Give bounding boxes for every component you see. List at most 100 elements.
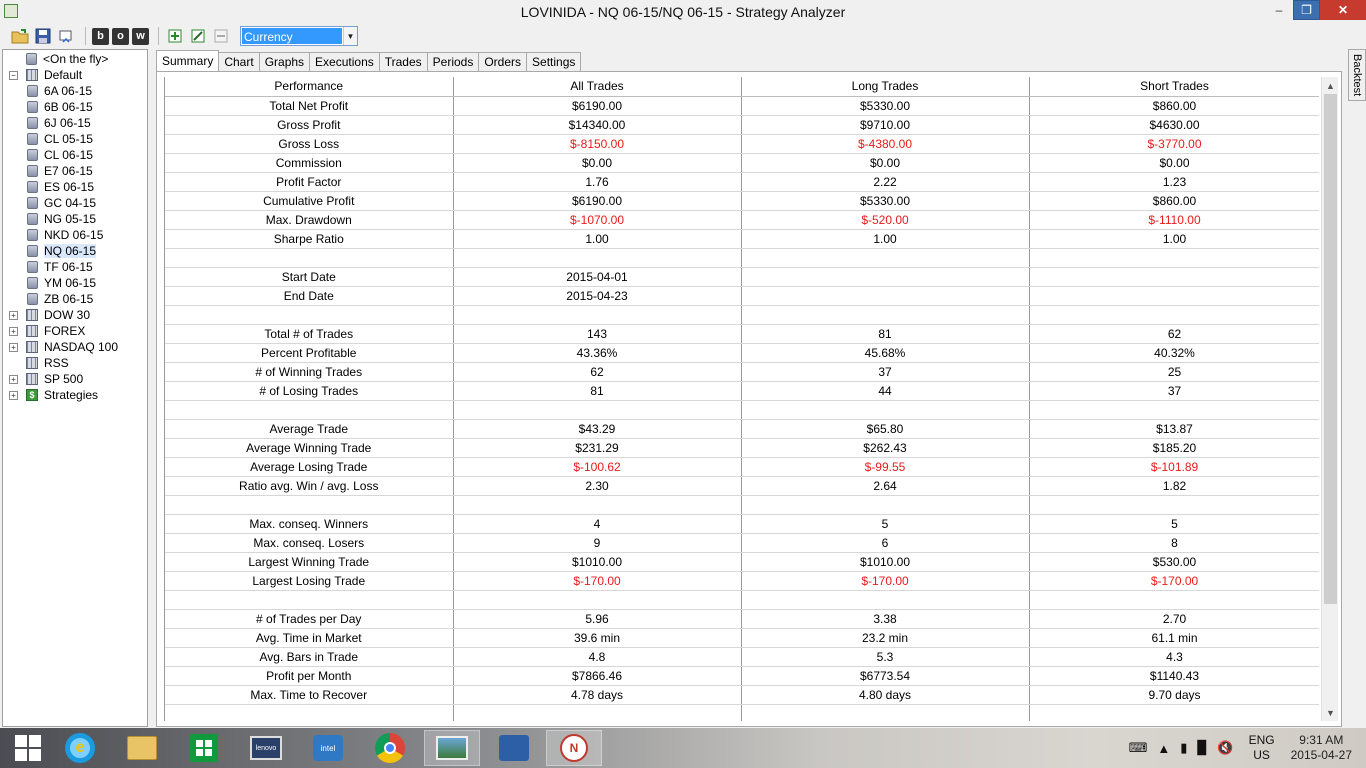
tab-settings[interactable]: Settings	[526, 52, 582, 71]
scroll-down-icon[interactable]: ▼	[1322, 704, 1339, 721]
taskbar-store[interactable]	[176, 730, 232, 766]
tree-item-6a-06-15[interactable]: 6A 06-15	[27, 83, 92, 99]
signal-icon[interactable]: ▉	[1197, 740, 1207, 756]
taskbar-photos[interactable]	[424, 730, 480, 766]
column-header-short-trades[interactable]: Short Trades	[1029, 77, 1319, 97]
empty-cell	[165, 400, 454, 420]
tree-item-label: TF 06-15	[44, 260, 93, 274]
column-header-performance[interactable]: Performance	[165, 77, 454, 97]
tree-item-nkd-06-15[interactable]: NKD 06-15	[27, 227, 103, 243]
remove-icon[interactable]	[211, 26, 231, 46]
input-language[interactable]: ENG US	[1249, 733, 1275, 763]
tree-item-es-06-15[interactable]: ES 06-15	[27, 179, 94, 195]
battery-icon[interactable]: ▮	[1180, 740, 1187, 756]
long-trades-cell: 3.38	[741, 609, 1030, 629]
table-row: Gross Profit $14340.00 $9710.00 $4630.00	[165, 115, 1319, 135]
taskbar-file-explorer[interactable]	[114, 730, 170, 766]
scroll-thumb[interactable]	[1324, 94, 1337, 604]
tree-item-dow-30[interactable]: + DOW 30	[9, 307, 90, 323]
taskbar-internet-explorer[interactable]: e	[52, 730, 108, 766]
w-button[interactable]: w	[132, 27, 149, 45]
metric-label: Avg. Bars in Trade	[165, 647, 454, 667]
add-icon[interactable]	[165, 26, 185, 46]
network-icon	[499, 735, 529, 761]
expand-icon[interactable]: +	[9, 390, 18, 400]
tree-item-cl-05-15[interactable]: CL 05-15	[27, 131, 93, 147]
display-unit-dropdown[interactable]: Currency ▼	[240, 26, 358, 46]
tree-item-on-the-fly[interactable]: <On the fly>	[9, 51, 108, 67]
vertical-scrollbar[interactable]: ▲ ▼	[1321, 77, 1338, 721]
tab-orders[interactable]: Orders	[478, 52, 528, 71]
chevron-down-icon[interactable]: ▼	[343, 27, 357, 45]
table-row: Average Trade $43.29 $65.80 $13.87	[165, 419, 1319, 439]
splitter[interactable]	[149, 49, 155, 727]
tree-item-6j-06-15[interactable]: 6J 06-15	[27, 115, 91, 131]
tab-trades[interactable]: Trades	[378, 52, 428, 71]
volume-muted-icon[interactable]: 🔇	[1217, 740, 1233, 756]
save-icon[interactable]	[33, 26, 53, 46]
expand-icon[interactable]: +	[9, 310, 18, 320]
b-button[interactable]: b	[92, 27, 109, 45]
metric-label: Average Winning Trade	[165, 438, 454, 458]
long-trades-cell: $0.00	[741, 153, 1030, 173]
long-trades-cell: 6	[741, 533, 1030, 553]
keyboard-icon[interactable]: ⌨	[1129, 740, 1148, 756]
metric-label: Profit Factor	[165, 172, 454, 192]
tab-graphs[interactable]: Graphs	[258, 52, 311, 71]
open-folder-icon[interactable]	[10, 26, 30, 46]
tab-summary[interactable]: Summary	[156, 50, 220, 71]
tree-item-sp-500[interactable]: + SP 500	[9, 371, 83, 387]
tree-item-label: NQ 06-15	[44, 244, 97, 258]
tree-item-zb-06-15[interactable]: ZB 06-15	[27, 291, 93, 307]
tree-item-label: ES 06-15	[44, 180, 95, 194]
tree-item-ym-06-15[interactable]: YM 06-15	[27, 275, 96, 291]
tree-item-strategies[interactable]: + $ Strategies	[9, 387, 98, 403]
all-trades-cell: 143	[453, 324, 742, 344]
all-trades-cell: $1010.00	[453, 552, 742, 572]
o-button[interactable]: o	[112, 27, 129, 45]
taskbar-ninjatrader[interactable]: N	[546, 730, 602, 766]
backtest-side-tab[interactable]: Backtest	[1348, 49, 1366, 101]
expand-icon[interactable]: +	[9, 374, 18, 384]
taskbar-network[interactable]	[486, 730, 542, 766]
maximize-button[interactable]: ❐	[1293, 0, 1320, 20]
tree-item-nasdaq-100[interactable]: + NASDAQ 100	[9, 339, 118, 355]
table-row: Cumulative Profit $6190.00 $5330.00 $860.00	[165, 191, 1319, 211]
clock[interactable]: 9:31 AM 2015-04-27	[1291, 733, 1352, 763]
minimize-button[interactable]: –	[1265, 0, 1293, 20]
expand-icon[interactable]: +	[9, 326, 18, 336]
tab-periods[interactable]: Periods	[426, 52, 480, 71]
close-button[interactable]: ✕	[1320, 0, 1366, 20]
display-unit-value[interactable]: Currency	[242, 28, 342, 44]
restore-icon[interactable]	[56, 26, 76, 46]
tree-item-ng-05-15[interactable]: NG 05-15	[27, 211, 96, 227]
tree-item-tf-06-15[interactable]: TF 06-15	[27, 259, 93, 275]
taskbar-chrome[interactable]	[362, 730, 418, 766]
tree-item-6b-06-15[interactable]: 6B 06-15	[27, 99, 93, 115]
show-hidden-icons-icon[interactable]: ▲	[1157, 741, 1170, 756]
start-button[interactable]	[0, 730, 56, 766]
table-row: Average Losing Trade $-100.62 $-99.55 $-101…	[165, 457, 1319, 477]
table-row: Max. Time to Recover 4.78 days 4.80 days 9.…	[165, 685, 1319, 705]
tree-item-gc-04-15[interactable]: GC 04-15	[27, 195, 96, 211]
tab-chart[interactable]: Chart	[218, 52, 260, 71]
taskbar-intel[interactable]: intel	[300, 730, 356, 766]
tree-item-e7-06-15[interactable]: E7 06-15	[27, 163, 93, 179]
tab-executions[interactable]: Executions	[309, 52, 380, 71]
taskbar-lenovo[interactable]: lenovo	[238, 730, 294, 766]
tree-item-forex[interactable]: + FOREX	[9, 323, 85, 339]
collapse-icon[interactable]: −	[9, 70, 18, 80]
column-header-all-trades[interactable]: All Trades	[453, 77, 742, 97]
tree-item-rss[interactable]: RSS	[9, 355, 69, 371]
system-tray: ⌨ ▲ ▮ ▉ 🔇 ENG US 9:31 AM 2015-04-27	[1124, 728, 1366, 768]
scroll-up-icon[interactable]: ▲	[1322, 77, 1339, 94]
column-header-long-trades[interactable]: Long Trades	[741, 77, 1030, 97]
edit-icon[interactable]	[188, 26, 208, 46]
tree-item-nq-06-15[interactable]: NQ 06-15	[27, 243, 97, 259]
app-icon[interactable]	[4, 4, 18, 18]
tree-item-default[interactable]: − Default	[9, 67, 82, 83]
database-icon	[27, 117, 38, 129]
expand-icon[interactable]: +	[9, 342, 18, 352]
instrument-tree[interactable]: <On the fly> − Default 6A 06-15 6B 06-15 6J 0…	[2, 49, 148, 727]
tree-item-cl-06-15[interactable]: CL 06-15	[27, 147, 93, 163]
